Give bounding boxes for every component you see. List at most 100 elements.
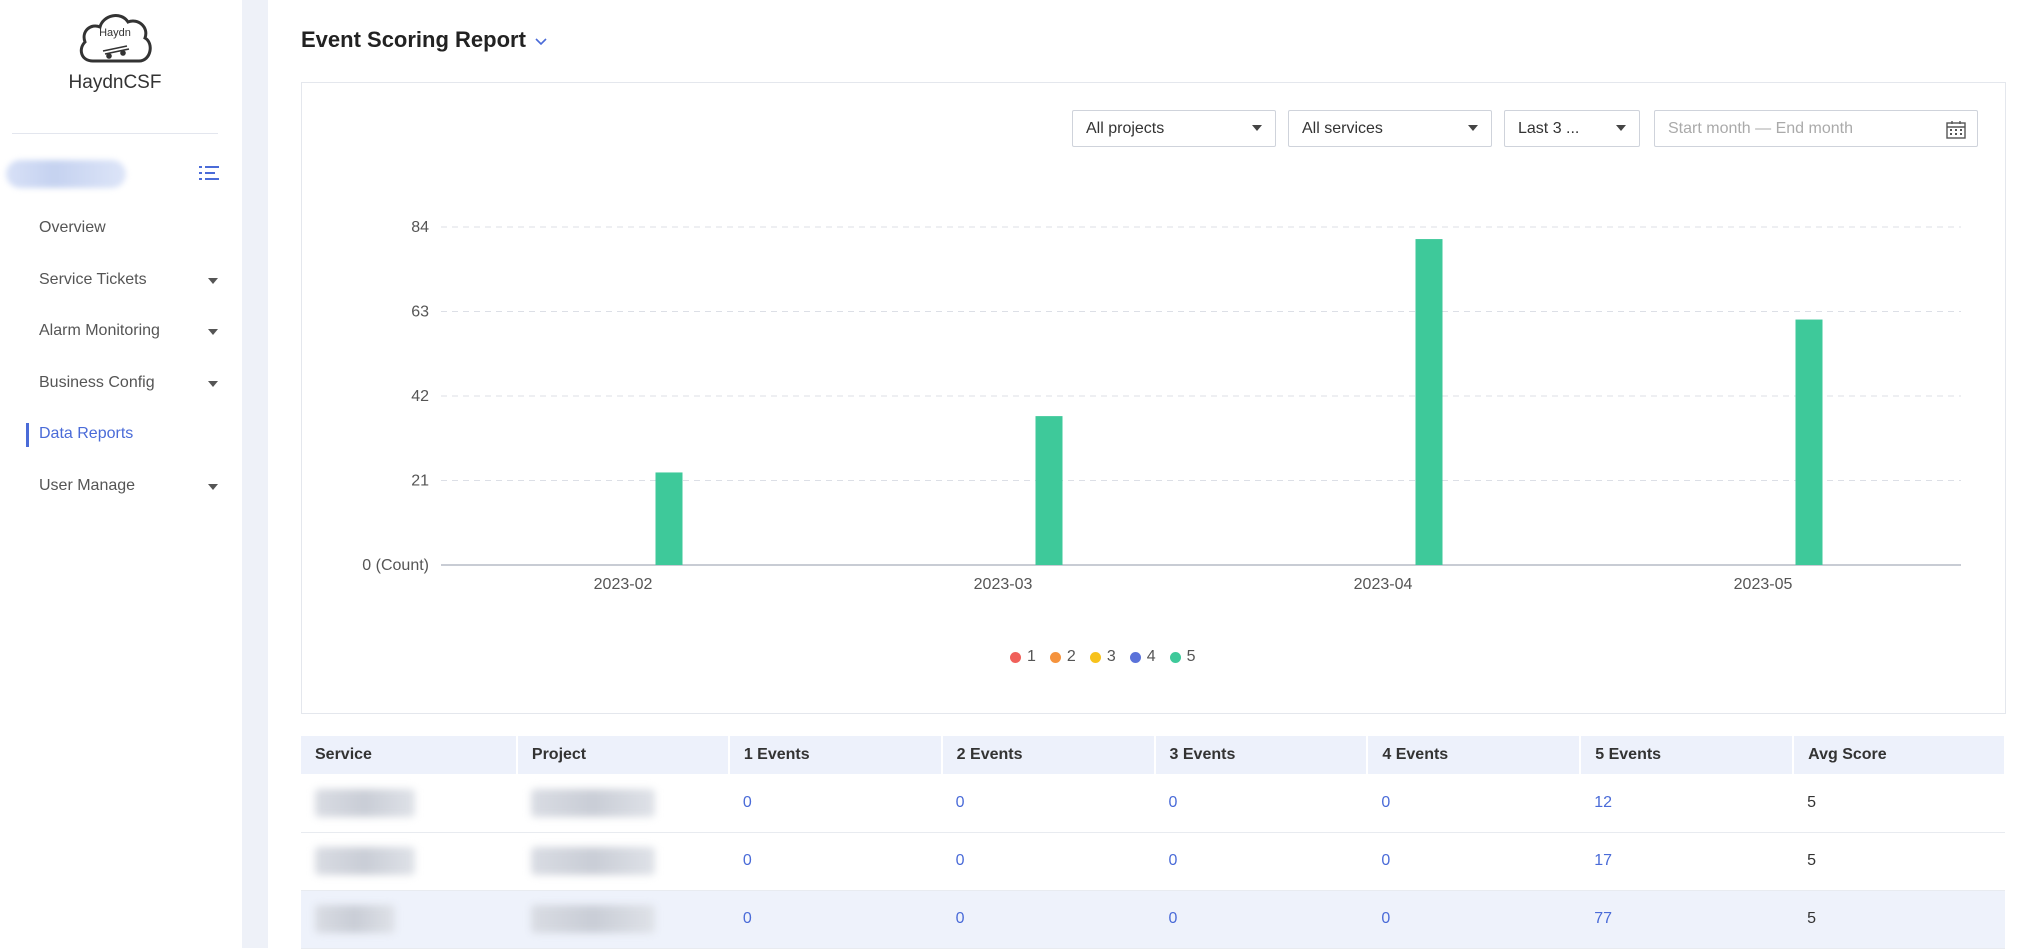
event-count-link[interactable]: 17: [1580, 832, 1794, 891]
y-tick-label: 63: [411, 304, 429, 321]
legend-label: 4: [1146, 648, 1156, 665]
sidebar-item-alarm-monitoring[interactable]: Alarm Monitoring: [0, 309, 230, 361]
legend-item-4[interactable]: 4: [1129, 648, 1156, 666]
legend-item-3[interactable]: 3: [1089, 648, 1116, 666]
event-count-link[interactable]: 0: [941, 832, 1155, 891]
table-row[interactable]: 0 0 0 0 77 5: [301, 890, 2005, 949]
legend-label: 5: [1186, 648, 1196, 665]
event-count-link[interactable]: 0: [728, 774, 942, 833]
bar-chart: 0 (Count) 21 42 63 84 2023-02 2023-03 2023-04 20…: [362, 219, 1961, 593]
sidebar-nav: Overview Service Tickets Alarm Monitoring B…: [0, 206, 230, 515]
sidebar-divider: [12, 133, 218, 134]
legend-dot-icon: [1129, 651, 1141, 663]
event-table: Service Project 1 Events 2 Events 3 Events 4 …: [301, 736, 2006, 949]
logo: Haydn HaydnCSF: [0, 6, 230, 94]
table-row[interactable]: 0 0 0 0 12 5: [301, 774, 2005, 833]
redacted-text: [315, 847, 415, 875]
logo-cloud-icon: Haydn: [79, 14, 152, 63]
column-header[interactable]: 2 Events: [941, 736, 1156, 774]
project-cell-blurred: [516, 832, 729, 891]
event-count-link[interactable]: 0: [728, 832, 942, 891]
event-count-link[interactable]: 12: [1580, 774, 1794, 833]
sidebar-item-business-config[interactable]: Business Config: [0, 361, 230, 413]
sidebar-item-label: Data Reports: [39, 425, 134, 442]
projects-select[interactable]: All projects: [1072, 110, 1276, 147]
bar-2023-02-series-5: [655, 472, 683, 565]
legend-dot-icon: [1089, 651, 1101, 663]
legend-label: 1: [1027, 648, 1036, 665]
redacted-text: [530, 847, 655, 875]
y-tick-label: 0 (Count): [362, 557, 429, 574]
chevron-down-icon: [208, 483, 218, 490]
sidebar-item-user-manage[interactable]: User Manage: [0, 464, 230, 516]
avg-score-cell: 5: [1793, 890, 2005, 949]
legend-label: 2: [1066, 648, 1076, 665]
sidebar-item-service-tickets[interactable]: Service Tickets: [0, 258, 230, 310]
sidebar-item-label: Business Config: [39, 373, 155, 391]
logo-text: Haydn: [99, 27, 131, 39]
legend-dot-icon: [1049, 651, 1061, 663]
event-count-link[interactable]: 77: [1580, 890, 1794, 949]
chevron-down-icon: [208, 380, 218, 387]
calendar-icon[interactable]: [1946, 120, 1966, 139]
project-cell-blurred: [516, 890, 729, 949]
month-range-input[interactable]: Start month — End month: [1654, 110, 1978, 147]
sidebar-item-data-reports[interactable]: Data Reports: [0, 412, 230, 464]
chevron-down-icon[interactable]: [534, 36, 548, 46]
redacted-text: [530, 905, 655, 933]
projects-select-value: All projects: [1086, 120, 1165, 137]
chart-legend: 1 2 3 4 5: [1010, 648, 1196, 666]
event-count-link[interactable]: 0: [728, 890, 942, 949]
bar-2023-04-series-5: [1415, 239, 1443, 566]
event-count-link[interactable]: 0: [941, 890, 1155, 949]
menu-list-icon[interactable]: [198, 163, 220, 185]
bar-2023-05-series-5: [1795, 319, 1823, 565]
x-tick-label: 2023-04: [1354, 576, 1413, 593]
x-tick-label: 2023-03: [974, 576, 1033, 593]
redacted-text: [530, 788, 655, 817]
event-count-link[interactable]: 0: [1367, 774, 1581, 833]
chevron-down-icon: [1252, 125, 1262, 131]
services-select-value: All services: [1302, 120, 1383, 137]
legend-dot-icon: [1010, 651, 1021, 663]
column-header[interactable]: 3 Events: [1154, 736, 1369, 774]
legend-item-1[interactable]: 1: [1010, 648, 1036, 666]
column-header[interactable]: Service: [301, 736, 518, 774]
avg-score-cell: 5: [1793, 774, 2005, 833]
sidebar-item-label: Alarm Monitoring: [39, 322, 160, 339]
avg-score-cell: 5: [1793, 832, 2005, 891]
event-count-link[interactable]: 0: [1154, 774, 1368, 833]
month-range-placeholder: Start month — End month: [1668, 120, 1853, 137]
table-row[interactable]: 0 0 0 0 17 5: [301, 832, 2005, 891]
column-header[interactable]: Project: [516, 736, 730, 774]
y-tick-label: 21: [411, 473, 429, 490]
period-select[interactable]: Last 3 ...: [1504, 110, 1640, 147]
sidebar-item-overview[interactable]: Overview: [0, 206, 230, 258]
service-cell-blurred: [301, 890, 517, 949]
event-count-link[interactable]: 0: [1367, 832, 1581, 891]
brand-name: HaydnCSF: [68, 72, 162, 93]
column-header[interactable]: 5 Events: [1580, 736, 1795, 774]
legend-item-5[interactable]: 5: [1169, 648, 1196, 666]
event-count-link[interactable]: 0: [1154, 890, 1368, 949]
services-select[interactable]: All services: [1288, 110, 1492, 147]
column-header[interactable]: 4 Events: [1367, 736, 1582, 774]
sidebar-item-label: Service Tickets: [39, 270, 147, 288]
legend-dot-icon: [1169, 651, 1181, 663]
chevron-down-icon: [1468, 125, 1478, 131]
legend-item-2[interactable]: 2: [1049, 648, 1076, 666]
x-tick-label: 2023-05: [1734, 576, 1793, 593]
chevron-down-icon: [1616, 125, 1626, 131]
event-count-link[interactable]: 0: [1154, 832, 1368, 891]
service-cell-blurred: [301, 774, 517, 833]
project-cell-blurred: [516, 774, 729, 833]
sidebar-gutter: [242, 0, 268, 948]
service-cell-blurred: [301, 832, 517, 891]
column-header[interactable]: 1 Events: [728, 736, 943, 774]
event-count-link[interactable]: 0: [941, 774, 1155, 833]
period-select-value: Last 3 ...: [1518, 120, 1580, 137]
sidebar-item-label: Overview: [39, 219, 106, 236]
redacted-text: [315, 905, 395, 933]
column-header[interactable]: Avg Score: [1793, 736, 2006, 774]
event-count-link[interactable]: 0: [1367, 890, 1581, 949]
